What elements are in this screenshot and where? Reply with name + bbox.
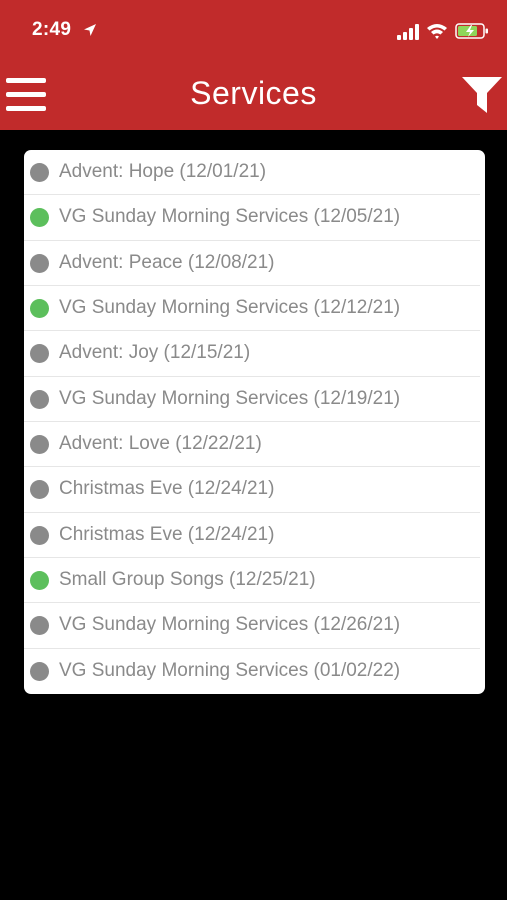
page-title: Services	[190, 75, 317, 111]
status-dot-inactive	[30, 661, 49, 681]
service-row[interactable]: VG Sunday Morning Services (12/12/21)	[24, 286, 480, 332]
service-label: Christmas Eve (12/24/21)	[59, 478, 275, 500]
service-row[interactable]: Advent: Hope (12/01/21)	[24, 150, 480, 196]
service-label: VG Sunday Morning Services (12/19/21)	[59, 387, 401, 409]
service-label: VG Sunday Morning Services (12/05/21)	[59, 206, 401, 228]
cellular-signal-icon	[397, 24, 419, 40]
service-label: Advent: Love (12/22/21)	[59, 432, 262, 454]
service-row[interactable]: Christmas Eve (12/24/21)	[24, 467, 480, 513]
filter-icon[interactable]	[461, 73, 503, 115]
service-label: VG Sunday Morning Services (12/26/21)	[59, 614, 401, 636]
battery-charging-icon	[455, 23, 488, 39]
status-dot-inactive	[30, 480, 49, 500]
status-dot-inactive	[30, 434, 49, 454]
status-dot-inactive	[30, 616, 49, 636]
service-label: VG Sunday Morning Services (12/12/21)	[59, 296, 401, 318]
service-row[interactable]: Advent: Joy (12/15/21)	[24, 331, 480, 377]
service-row[interactable]: VG Sunday Morning Services (01/02/22)	[24, 649, 480, 694]
app-screen: 2:49 Services Advent: Hope (12/01/21) VG…	[0, 0, 507, 900]
location-arrow-icon	[84, 24, 96, 36]
status-dot-inactive	[30, 163, 49, 182]
status-dot-inactive	[30, 253, 49, 273]
service-label: VG Sunday Morning Services (01/02/22)	[59, 659, 401, 681]
service-row[interactable]: VG Sunday Morning Services (12/05/21)	[24, 195, 480, 241]
service-row[interactable]: Christmas Eve (12/24/21)	[24, 513, 480, 558]
status-dot-active	[30, 298, 49, 318]
status-dot-inactive	[30, 525, 49, 545]
services-list: Advent: Hope (12/01/21) VG Sunday Morning…	[24, 150, 485, 694]
service-label: Advent: Peace (12/08/21)	[59, 251, 275, 273]
service-row[interactable]: VG Sunday Morning Services (12/26/21)	[24, 603, 480, 649]
status-time: 2:49	[32, 19, 72, 40]
status-dot-inactive	[30, 389, 49, 409]
service-label: Advent: Hope (12/01/21)	[59, 161, 267, 182]
wifi-icon	[427, 24, 447, 39]
service-row[interactable]: Small Group Songs (12/25/21)	[24, 558, 480, 604]
status-dot-active	[30, 570, 49, 590]
status-dot-inactive	[30, 344, 49, 364]
app-header: 2:49 Services	[0, 0, 507, 130]
status-dot-active	[30, 208, 49, 228]
service-row[interactable]: Advent: Love (12/22/21)	[24, 422, 480, 468]
service-label: Small Group Songs (12/25/21)	[59, 568, 316, 590]
service-label: Advent: Joy (12/15/21)	[59, 342, 251, 364]
service-label: Christmas Eve (12/24/21)	[59, 523, 275, 545]
service-row[interactable]: VG Sunday Morning Services (12/19/21)	[24, 377, 480, 422]
service-row[interactable]: Advent: Peace (12/08/21)	[24, 241, 480, 286]
